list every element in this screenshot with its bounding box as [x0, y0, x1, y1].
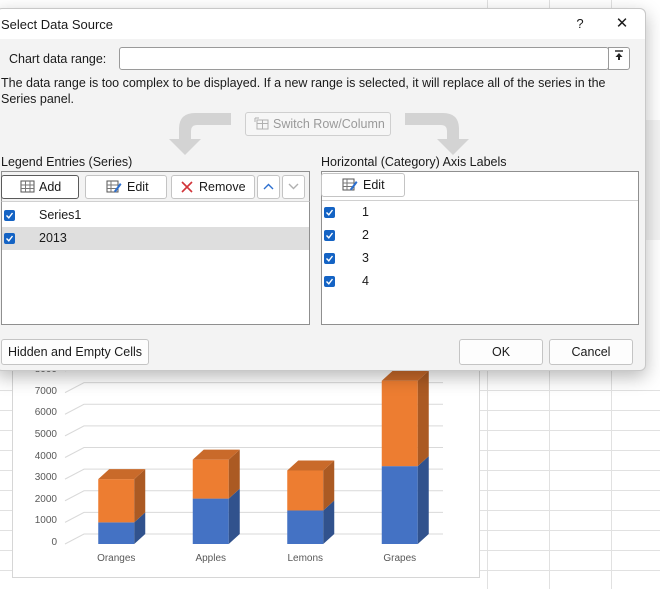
switch-row-column-icon [254, 117, 269, 130]
edit-icon [342, 178, 358, 191]
x-category-label: Apples [195, 553, 227, 564]
bar-front [381, 466, 418, 544]
edit-series-label: Edit [127, 180, 149, 194]
bar-front [287, 510, 324, 544]
bar-side [417, 456, 429, 544]
bar-front [192, 459, 229, 499]
ok-button[interactable]: OK [459, 339, 543, 365]
axis-label-checkbox[interactable] [324, 276, 335, 287]
axis-label-row[interactable]: 3 [322, 247, 638, 270]
checkmark-icon [326, 232, 334, 239]
series-row-series1[interactable]: Series1 [2, 204, 309, 227]
x-category-label: Grapes [383, 553, 417, 564]
dialog-title: Select Data Source [1, 17, 114, 32]
select-data-source-dialog: Select Data Source ? ✕ Chart data range:… [0, 8, 646, 371]
checkmark-icon [326, 209, 334, 216]
bar-segment[interactable] [192, 449, 240, 499]
axis-label-row[interactable]: 4 [322, 270, 638, 293]
y-tick-label: 6000 [34, 407, 57, 419]
chart-data-range-input[interactable] [119, 47, 609, 70]
checkmark-icon [326, 278, 334, 285]
add-label: Add [39, 180, 62, 194]
axis-labels-heading: Horizontal (Category) Axis Labels [321, 155, 507, 169]
add-icon [20, 180, 35, 193]
y-tick-label: 5000 [34, 428, 57, 440]
axis-label-row[interactable]: 2 [322, 224, 638, 247]
legend-entries-heading: Legend Entries (Series) [1, 155, 133, 169]
complex-range-message: The data range is too complex to be disp… [1, 76, 606, 106]
cancel-button[interactable]: Cancel [549, 339, 633, 365]
collapse-range-button[interactable] [608, 47, 630, 70]
series-2013-label: 2013 [39, 231, 67, 245]
edit-axis-labels-button[interactable]: Edit [321, 173, 405, 197]
collapse-icon [615, 50, 623, 60]
chevron-down-icon [288, 183, 299, 190]
move-down-button[interactable] [282, 175, 305, 199]
move-up-button[interactable] [257, 175, 280, 199]
series1-checkbox[interactable] [4, 210, 15, 221]
switch-row-column-label: Switch Row/Column [273, 117, 385, 131]
x-category-label: Oranges [97, 553, 136, 564]
axis-label-checkbox[interactable] [324, 253, 335, 264]
axis-label-text: 4 [362, 274, 369, 288]
curved-arrow-left-icon [169, 113, 231, 155]
y-tick-label: 0 [51, 537, 57, 548]
axis-labels-list: 1 2 3 4 [322, 200, 638, 325]
chart-data-range-label: Chart data range: [9, 52, 107, 66]
series-row-2013[interactable]: 2013 [2, 227, 309, 250]
series-list: Series1 2013 [1, 201, 310, 325]
chevron-up-icon [263, 183, 274, 190]
close-button[interactable]: ✕ [611, 14, 633, 34]
curved-arrow-right-icon [405, 113, 469, 155]
axis-label-text: 1 [362, 205, 369, 219]
remove-label: Remove [199, 180, 246, 194]
checkmark-icon [6, 212, 14, 219]
bar-front [381, 380, 418, 467]
dialog-titlebar: Select Data Source ? ✕ [0, 9, 645, 39]
x-category-label: Lemons [287, 553, 324, 564]
axis-label-text: 3 [362, 251, 369, 265]
series-2013-checkbox[interactable] [4, 233, 15, 244]
y-tick-label: 4000 [34, 450, 57, 462]
y-tick-label: 1000 [34, 515, 57, 527]
hidden-empty-cells-button[interactable]: Hidden and Empty Cells [1, 339, 149, 365]
edit-series-button[interactable]: Edit [85, 175, 167, 199]
axis-label-text: 2 [362, 228, 369, 242]
remove-series-button[interactable]: Remove [171, 175, 255, 199]
chart-plot [64, 360, 443, 545]
bar-front [192, 498, 229, 544]
help-button[interactable]: ? [569, 14, 591, 34]
switch-row-column-button[interactable]: Switch Row/Column [245, 112, 391, 136]
edit-axis-label: Edit [363, 178, 385, 192]
edit-icon [106, 180, 122, 193]
checkmark-icon [326, 255, 334, 262]
axis-label-row[interactable]: 1 [322, 201, 638, 224]
bar-segment[interactable] [98, 469, 146, 523]
add-series-button[interactable]: Add [1, 175, 79, 199]
y-tick-label: 3000 [34, 472, 57, 484]
series1-label: Series1 [39, 208, 82, 222]
axis-label-checkbox[interactable] [324, 207, 335, 218]
bar-segment[interactable] [287, 460, 335, 511]
remove-icon [181, 181, 193, 193]
bar-front [98, 479, 135, 523]
y-tick-label: 2000 [34, 493, 57, 505]
bar-front [287, 470, 324, 511]
bar-segment[interactable] [381, 370, 429, 467]
chart[interactable]: 010002000300040005000600070008000 Orange… [12, 356, 480, 578]
axis-label-checkbox[interactable] [324, 230, 335, 241]
checkmark-icon [6, 235, 14, 242]
bar-front [98, 522, 135, 544]
y-tick-label: 7000 [34, 385, 57, 397]
bar-side [417, 370, 429, 467]
bar-segment[interactable] [381, 456, 429, 544]
